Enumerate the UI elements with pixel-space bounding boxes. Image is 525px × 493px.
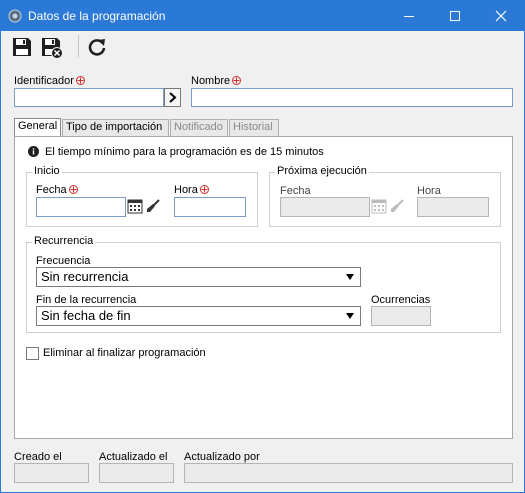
actualizado-el-label: Actualizado el	[99, 451, 168, 463]
actualizado-por-field	[184, 463, 513, 483]
window-title: Datos de la programación	[28, 9, 166, 23]
ocurrencias-label: Ocurrencias	[371, 294, 431, 306]
nombre-input[interactable]	[191, 88, 513, 107]
fin-recurrencia-label: Fin de la recurrencia	[36, 294, 137, 306]
inicio-hora-label: Hora	[174, 184, 209, 196]
nombre-label-text: Nombre	[191, 75, 231, 87]
broom-icon	[391, 199, 404, 212]
save-button[interactable]	[8, 34, 34, 58]
refresh-button[interactable]	[83, 34, 109, 58]
proxima-hora-label: Hora	[417, 185, 441, 197]
maximize-icon	[450, 11, 460, 21]
inicio-hora-input[interactable]	[174, 197, 246, 217]
chevron-right-icon	[169, 92, 177, 103]
save-and-close-button[interactable]	[37, 34, 63, 59]
identificador-next-button[interactable]	[164, 88, 181, 107]
save-icon	[13, 38, 31, 56]
recurrencia-group-title: Recurrencia	[32, 235, 96, 247]
proxima-clear-button	[389, 198, 406, 216]
nombre-label: Nombre	[191, 75, 242, 87]
proxima-group-title: Próxima ejecución	[275, 165, 369, 177]
inicio-hora-label-text: Hora	[174, 184, 198, 196]
tab-tipo-importacion[interactable]: Tipo de importación	[62, 119, 169, 136]
identificador-label: Identificador	[14, 75, 85, 87]
required-icon	[75, 76, 85, 85]
fin-recurrencia-select[interactable]: Sin fecha de fin	[36, 306, 361, 326]
minimize-button[interactable]	[386, 1, 432, 31]
broom-icon	[147, 199, 160, 212]
app-icon	[8, 9, 22, 23]
proxima-fecha-label: Fecha	[280, 185, 311, 197]
dropdown-arrow-icon	[346, 313, 354, 319]
proxima-hora-input	[417, 197, 489, 217]
toolbar	[1, 31, 524, 61]
title-bar[interactable]: Datos de la programación	[1, 1, 524, 31]
close-icon	[495, 10, 507, 22]
eliminar-label: Eliminar al finalizar programación	[43, 347, 206, 359]
frecuencia-select[interactable]: Sin recurrencia	[36, 267, 361, 287]
refresh-icon	[88, 39, 106, 56]
tab-notificado: Notificado	[170, 119, 228, 136]
identificador-label-text: Identificador	[14, 75, 74, 87]
close-button[interactable]	[478, 1, 524, 31]
inicio-fecha-input[interactable]	[36, 197, 126, 217]
eliminar-checkbox[interactable]	[26, 347, 39, 360]
inicio-fecha-label: Fecha	[36, 184, 78, 196]
toolbar-separator	[78, 35, 79, 57]
inicio-fecha-label-text: Fecha	[36, 184, 67, 196]
maximize-button[interactable]	[432, 1, 478, 31]
tab-general[interactable]: General	[14, 118, 61, 137]
calendar-icon	[127, 199, 143, 214]
actualizado-el-field	[99, 463, 174, 483]
save-close-icon	[42, 38, 63, 59]
inicio-calendar-button[interactable]	[127, 198, 144, 216]
ocurrencias-input	[371, 306, 431, 326]
frecuencia-value: Sin recurrencia	[41, 269, 129, 284]
minimize-icon	[404, 16, 414, 17]
info-icon	[28, 146, 39, 157]
fin-recurrencia-value: Sin fecha de fin	[41, 308, 131, 323]
frecuencia-label: Frecuencia	[36, 255, 91, 267]
tab-historial: Historial	[229, 119, 279, 136]
actualizado-por-label: Actualizado por	[184, 451, 260, 463]
proxima-calendar-button	[371, 198, 388, 216]
identificador-input[interactable]	[14, 88, 164, 107]
dropdown-arrow-icon	[346, 274, 354, 280]
required-icon	[232, 76, 242, 85]
calendar-icon	[371, 199, 387, 214]
creado-el-label: Creado el	[14, 451, 62, 463]
creado-el-field	[14, 463, 89, 483]
required-icon	[199, 185, 209, 194]
required-icon	[68, 185, 78, 194]
inicio-clear-button[interactable]	[145, 198, 162, 216]
inicio-group-title: Inicio	[32, 165, 62, 177]
dialog-window: Datos de la programación Identificador N…	[0, 0, 525, 493]
info-text: El tiempo mínimo para la programación es…	[45, 146, 324, 158]
proxima-fecha-input	[280, 197, 370, 217]
